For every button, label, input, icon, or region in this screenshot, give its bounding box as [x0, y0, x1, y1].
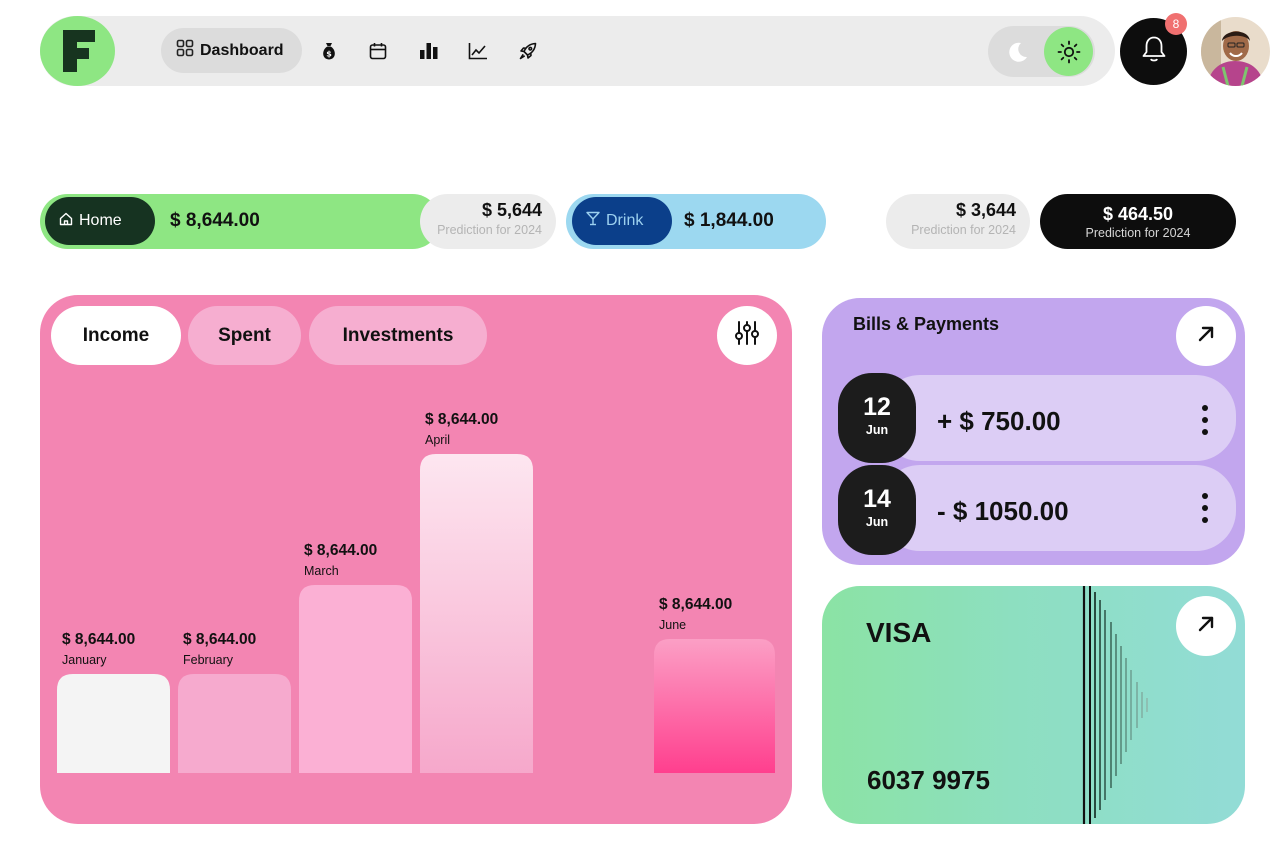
- home-prediction-value: $ 5,644: [481, 200, 542, 220]
- arrow-up-right-icon: [1196, 324, 1216, 349]
- total-prediction-pill: $ 464.50 Prediction for 2024: [1040, 194, 1236, 249]
- bar-chart-icon[interactable]: [418, 40, 440, 62]
- bar-month-label: April: [425, 433, 451, 447]
- app-logo[interactable]: [40, 16, 115, 86]
- card-brand: VISA: [866, 617, 932, 648]
- bar-value-label: $ 8,644.00: [304, 542, 378, 559]
- drink-category-label: Drink: [606, 212, 644, 229]
- payment-date-chip: 14 Jun: [838, 465, 916, 555]
- tab-investments[interactable]: Investments: [309, 306, 487, 365]
- payment-month: Jun: [865, 515, 889, 529]
- bar-month-label: January: [62, 653, 107, 667]
- tab-income[interactable]: Income: [51, 306, 181, 365]
- bar-value-label: $ 8,644.00: [183, 631, 257, 648]
- bar-value-label: $ 8,644.00: [62, 631, 136, 648]
- payment-day: 12: [863, 393, 891, 421]
- home-category-tag[interactable]: Home: [45, 197, 155, 245]
- payment-amount: + $ 750.00: [937, 406, 1061, 436]
- money-bag-icon[interactable]: $: [318, 40, 340, 62]
- bar-month-label: June: [659, 618, 687, 632]
- card-open-button[interactable]: [1176, 596, 1236, 656]
- income-chart-card: [40, 295, 792, 824]
- cocktail-icon: [586, 211, 600, 231]
- user-avatar[interactable]: [1201, 17, 1270, 86]
- drink-amount: $ 1,844.00: [684, 210, 774, 231]
- rocket-icon[interactable]: [517, 40, 539, 62]
- payment-date-chip: 12 Jun: [838, 373, 916, 463]
- drink-prediction-label: Prediction for 2024: [911, 223, 1016, 237]
- bills-title: Bills & Payments: [853, 314, 1000, 334]
- drink-prediction-pill: $ 3,644 Prediction for 2024: [886, 194, 1030, 249]
- card-number: 6037 9975: [867, 765, 990, 795]
- bell-icon: [1139, 34, 1169, 69]
- svg-text:$: $: [326, 50, 332, 59]
- sliders-icon: [733, 319, 761, 352]
- tab-spent[interactable]: Spent: [188, 306, 301, 365]
- payment-menu-icon[interactable]: [1196, 490, 1214, 526]
- home-prediction-label: Prediction for 2024: [437, 223, 542, 237]
- notification-count-badge: 8: [1165, 13, 1187, 35]
- home-icon: [59, 212, 73, 231]
- bar-month-label: March: [304, 564, 339, 578]
- arrow-up-right-icon: [1196, 614, 1216, 639]
- payment-amount: - $ 1050.00: [937, 496, 1069, 526]
- filter-button[interactable]: [717, 306, 777, 365]
- home-prediction-pill: $ 5,644 Prediction for 2024: [420, 194, 556, 249]
- payment-day: 14: [863, 485, 891, 513]
- sun-icon[interactable]: [1044, 27, 1093, 76]
- dashboard-nav-label: Dashboard: [200, 41, 284, 59]
- logo-f-mark: [62, 30, 95, 72]
- drink-prediction-value: $ 3,644: [955, 200, 1016, 220]
- moon-icon[interactable]: [996, 30, 1039, 73]
- total-prediction-value: $ 464.50: [1102, 204, 1174, 224]
- dashboard-nav-button[interactable]: Dashboard: [161, 28, 302, 73]
- bar-value-label: $ 8,644.00: [659, 596, 733, 613]
- payment-menu-icon[interactable]: [1196, 402, 1214, 438]
- drink-category-tag[interactable]: Drink: [572, 197, 672, 245]
- bar-month-label: February: [183, 653, 234, 667]
- home-category-label: Home: [79, 212, 122, 229]
- bills-open-button[interactable]: [1176, 306, 1236, 366]
- home-amount: $ 8,644.00: [170, 210, 260, 231]
- grid-icon: [176, 39, 194, 62]
- line-chart-icon[interactable]: [467, 40, 489, 62]
- calendar-icon[interactable]: [367, 40, 389, 62]
- payment-month: Jun: [865, 423, 889, 437]
- bar-value-label: $ 8,644.00: [425, 411, 499, 428]
- total-prediction-label: Prediction for 2024: [1085, 226, 1191, 240]
